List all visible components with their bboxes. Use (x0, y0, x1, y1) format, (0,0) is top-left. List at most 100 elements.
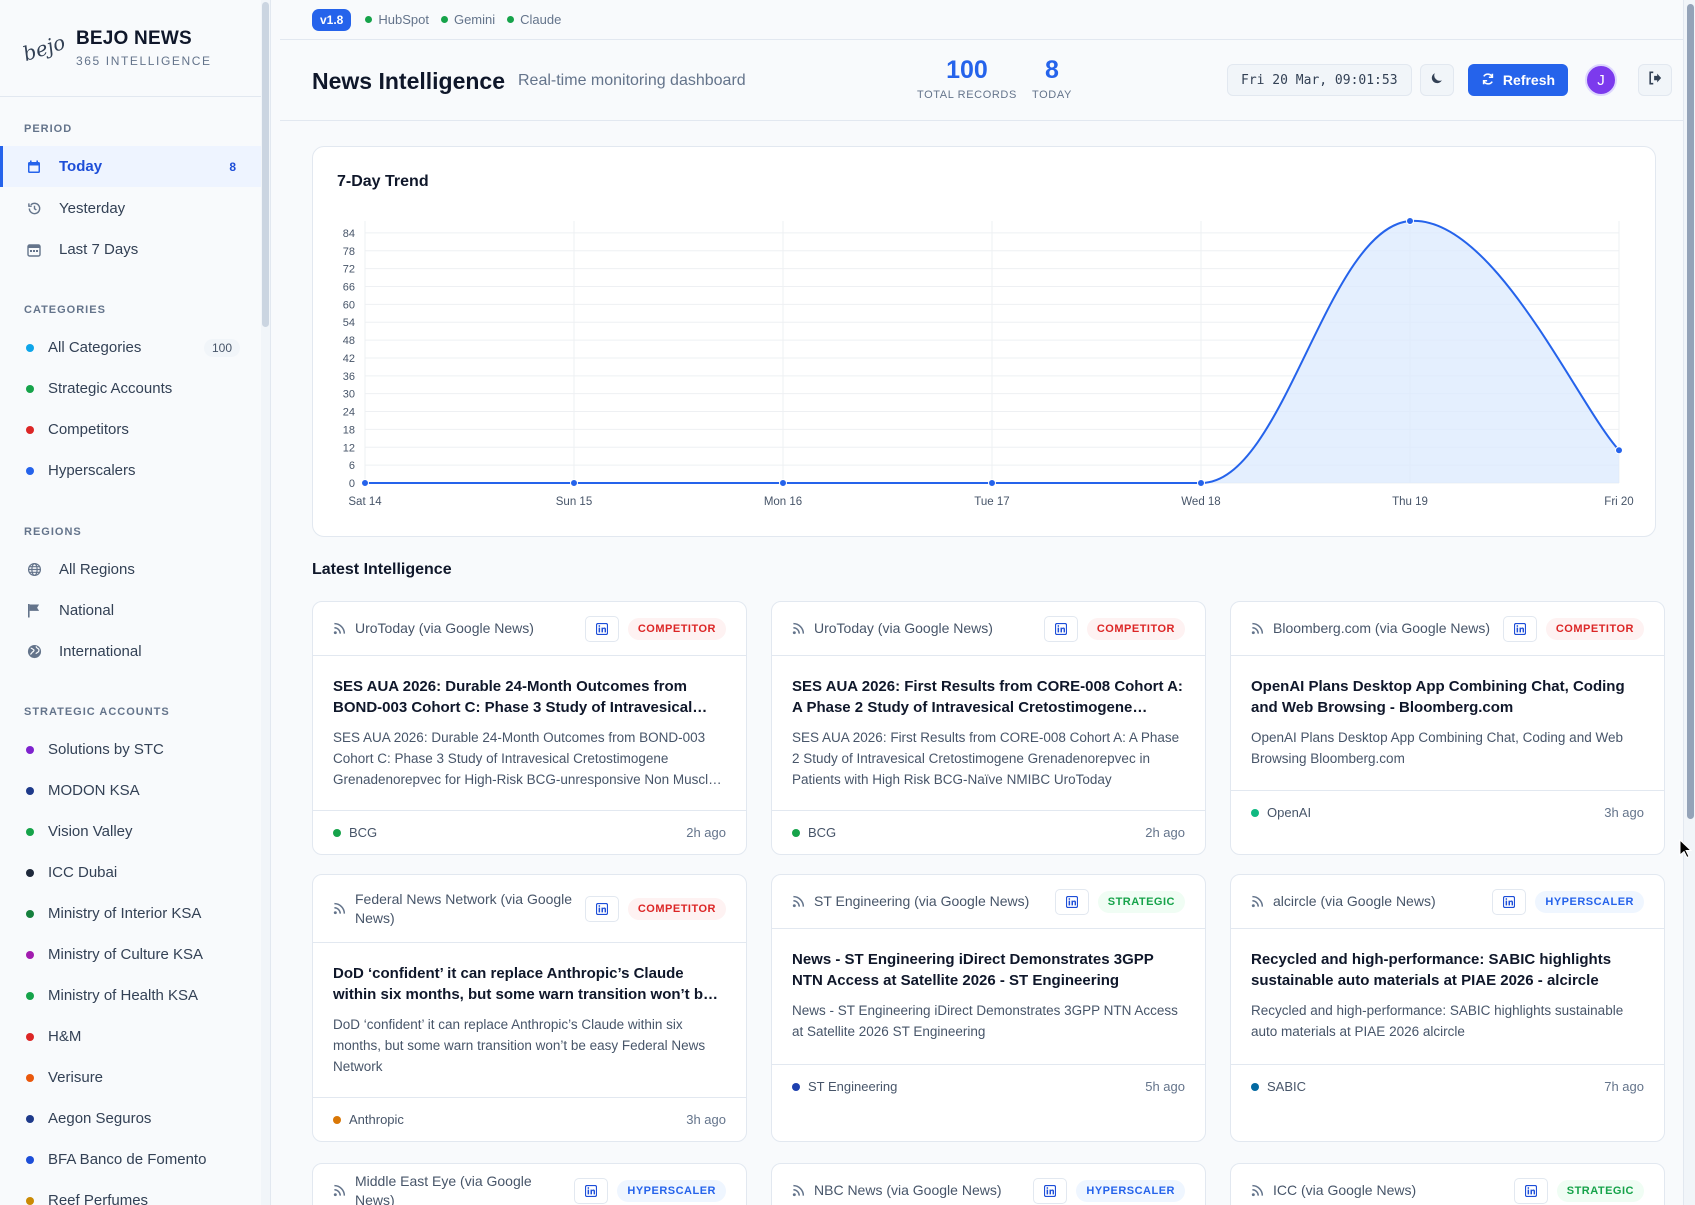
news-card[interactable]: Bloomberg.com (via Google News) COMPETITO… (1230, 601, 1665, 855)
sidebar-item-ministry-of-culture-ksa[interactable]: Ministry of Culture KSA (0, 934, 262, 975)
entity-name: BCG (808, 825, 837, 840)
news-time: 2h ago (686, 825, 726, 840)
sidebar-item-all-regions[interactable]: All Regions (0, 549, 262, 590)
data-point[interactable] (1406, 217, 1414, 225)
news-card[interactable]: Middle East Eye (via Google News) HYPERSC… (312, 1163, 747, 1205)
service-label: HubSpot (378, 12, 429, 27)
linkedin-share-button[interactable] (584, 615, 619, 642)
sidebar-item-label: Hyperscalers (48, 462, 136, 479)
news-card[interactable]: NBC News (via Google News) HYPERSCALER (771, 1163, 1206, 1205)
color-dot (26, 991, 34, 1000)
y-tick-label: 24 (343, 407, 355, 419)
data-point[interactable] (570, 479, 578, 487)
y-tick-label: 60 (343, 299, 355, 311)
brand[interactable]: bejo BEJO NEWS 365 INTELLIGENCE (0, 0, 261, 97)
trend-chart[interactable]: 0 6 12 18 24 30 36 42 48 54 60 66 72 78 84 Sat 14 Sun 15… (313, 147, 1657, 538)
news-title[interactable]: OpenAI Plans Desktop App Combining Chat,… (1251, 676, 1644, 718)
color-dot (26, 909, 34, 918)
news-title[interactable]: DoD ‘confident’ it can replace Anthropic… (333, 963, 726, 1005)
sidebar-item-vision-valley[interactable]: Vision Valley (0, 811, 262, 852)
sidebar-item-handm[interactable]: H&M (0, 1016, 262, 1057)
entity-name: BCG (349, 825, 378, 840)
news-card-header: ST Engineering (via Google News) STRATEGI… (772, 875, 1205, 929)
status-bar: v1.8 HubSpot Gemini Claude (280, 0, 1683, 40)
sidebar-item-yesterday[interactable]: Yesterday (0, 188, 262, 229)
data-point[interactable] (1615, 446, 1623, 455)
category-tag: COMPETITOR (1545, 617, 1644, 640)
news-card[interactable]: UroToday (via Google News) COMPETITOR SES … (771, 601, 1206, 855)
x-tick-label: Sun 15 (556, 496, 592, 508)
sidebar-item-label: International (59, 643, 142, 660)
news-source: Bloomberg.com (via Google News) (1251, 619, 1503, 638)
news-title[interactable]: News - ST Engineering iDirect Demonstrat… (792, 949, 1185, 991)
brand-logo: bejo (19, 29, 69, 67)
dark-mode-toggle[interactable] (1420, 64, 1454, 96)
news-title[interactable]: Recycled and high-performance: SABIC hig… (1251, 949, 1644, 991)
linkedin-share-button[interactable] (1043, 615, 1078, 642)
news-time: 3h ago (686, 1112, 726, 1127)
linkedin-share-button[interactable] (1513, 1177, 1548, 1204)
sidebar-item-modon-ksa[interactable]: MODON KSA (0, 770, 262, 811)
sidebar-item-aegon-seguros[interactable]: Aegon Seguros (0, 1098, 262, 1139)
service-status-gemini: Gemini (440, 12, 495, 27)
sidebar-item-solutions-by-stc[interactable]: Solutions by STC (0, 729, 262, 770)
news-title[interactable]: SES AUA 2026: First Results from CORE-00… (792, 676, 1185, 718)
main-scrollbar[interactable] (1683, 0, 1695, 1205)
sidebar-scrollbar-thumb[interactable] (262, 2, 269, 327)
data-point[interactable] (988, 479, 996, 487)
sidebar-item-reef-perfumes[interactable]: Reef Perfumes (0, 1180, 262, 1205)
category-tag: HYPERSCALER (1535, 890, 1644, 913)
data-point[interactable] (779, 479, 787, 487)
sidebar-item-hyperscalers[interactable]: Hyperscalers (0, 450, 262, 491)
data-point[interactable] (361, 479, 369, 487)
logout-icon (1648, 71, 1662, 90)
sidebar-item-today[interactable]: Today 8 (0, 146, 262, 187)
logout-button[interactable] (1638, 64, 1672, 96)
news-card[interactable]: alcircle (via Google News) HYPERSCALER Rec… (1230, 874, 1665, 1142)
total-records-value: 100 (946, 56, 988, 84)
linkedin-share-button[interactable] (1033, 1177, 1068, 1204)
news-card-body: News - ST Engineering iDirect Demonstrat… (772, 929, 1205, 1042)
sidebar-item-bfa-banco-de-fomento[interactable]: BFA Banco de Fomento (0, 1139, 262, 1180)
sidebar-item-last-7-days[interactable]: Last 7 Days (0, 229, 262, 270)
sidebar-item-international[interactable]: International (0, 631, 262, 672)
refresh-button[interactable]: Refresh (1468, 64, 1568, 96)
news-card[interactable]: ICC (via Google News) STRATEGIC (1230, 1163, 1665, 1205)
news-title[interactable]: SES AUA 2026: Durable 24-Month Outcomes … (333, 676, 726, 718)
news-source-label: UroToday (via Google News) (355, 620, 534, 636)
today-count-badge: 8 (229, 159, 236, 174)
sidebar-item-verisure[interactable]: Verisure (0, 1057, 262, 1098)
sidebar-item-all-categories[interactable]: All Categories 100 (0, 327, 262, 368)
main-scrollbar-thumb[interactable] (1687, 4, 1694, 819)
service-status-claude: Claude (507, 12, 561, 27)
sidebar-item-competitors[interactable]: Competitors (0, 409, 262, 450)
color-dot (26, 466, 34, 475)
sidebar-scrollbar[interactable] (261, 0, 270, 1205)
color-dot (26, 745, 34, 754)
linkedin-share-button[interactable] (1502, 615, 1537, 642)
sidebar-item-ministry-of-interior-ksa[interactable]: Ministry of Interior KSA (0, 893, 262, 934)
news-card[interactable]: ST Engineering (via Google News) STRATEGI… (771, 874, 1206, 1142)
linkedin-share-button[interactable] (584, 895, 619, 922)
page-header: News Intelligence Real-time monitoring d… (280, 40, 1683, 121)
news-source: Federal News Network (via Google News) (333, 890, 585, 928)
sidebar-item-national[interactable]: National (0, 590, 262, 631)
user-avatar[interactable]: J (1585, 64, 1617, 96)
sidebar-item-icc-dubai[interactable]: ICC Dubai (0, 852, 262, 893)
news-card[interactable]: Federal News Network (via Google News) CO… (312, 874, 747, 1142)
clock-display: Fri 20 Mar, 09:01:53 (1227, 64, 1412, 96)
color-dot (26, 1155, 34, 1164)
y-tick-label: 66 (343, 282, 355, 294)
news-card-footer: BCG 2h ago (313, 810, 746, 854)
service-status-hubspot: HubSpot (365, 12, 429, 27)
sidebar-item-strategic-accounts[interactable]: Strategic Accounts (0, 368, 262, 409)
data-point[interactable] (1197, 479, 1205, 487)
linkedin-share-button[interactable] (574, 1177, 609, 1204)
linkedin-share-button[interactable] (1054, 888, 1089, 915)
entity-name: Anthropic (349, 1112, 404, 1127)
linkedin-icon (595, 902, 608, 915)
news-card[interactable]: UroToday (via Google News) COMPETITOR SES … (312, 601, 747, 855)
linkedin-share-button[interactable] (1492, 888, 1527, 915)
sidebar-item-ministry-of-health-ksa[interactable]: Ministry of Health KSA (0, 975, 262, 1016)
y-tick-label: 0 (349, 478, 355, 490)
